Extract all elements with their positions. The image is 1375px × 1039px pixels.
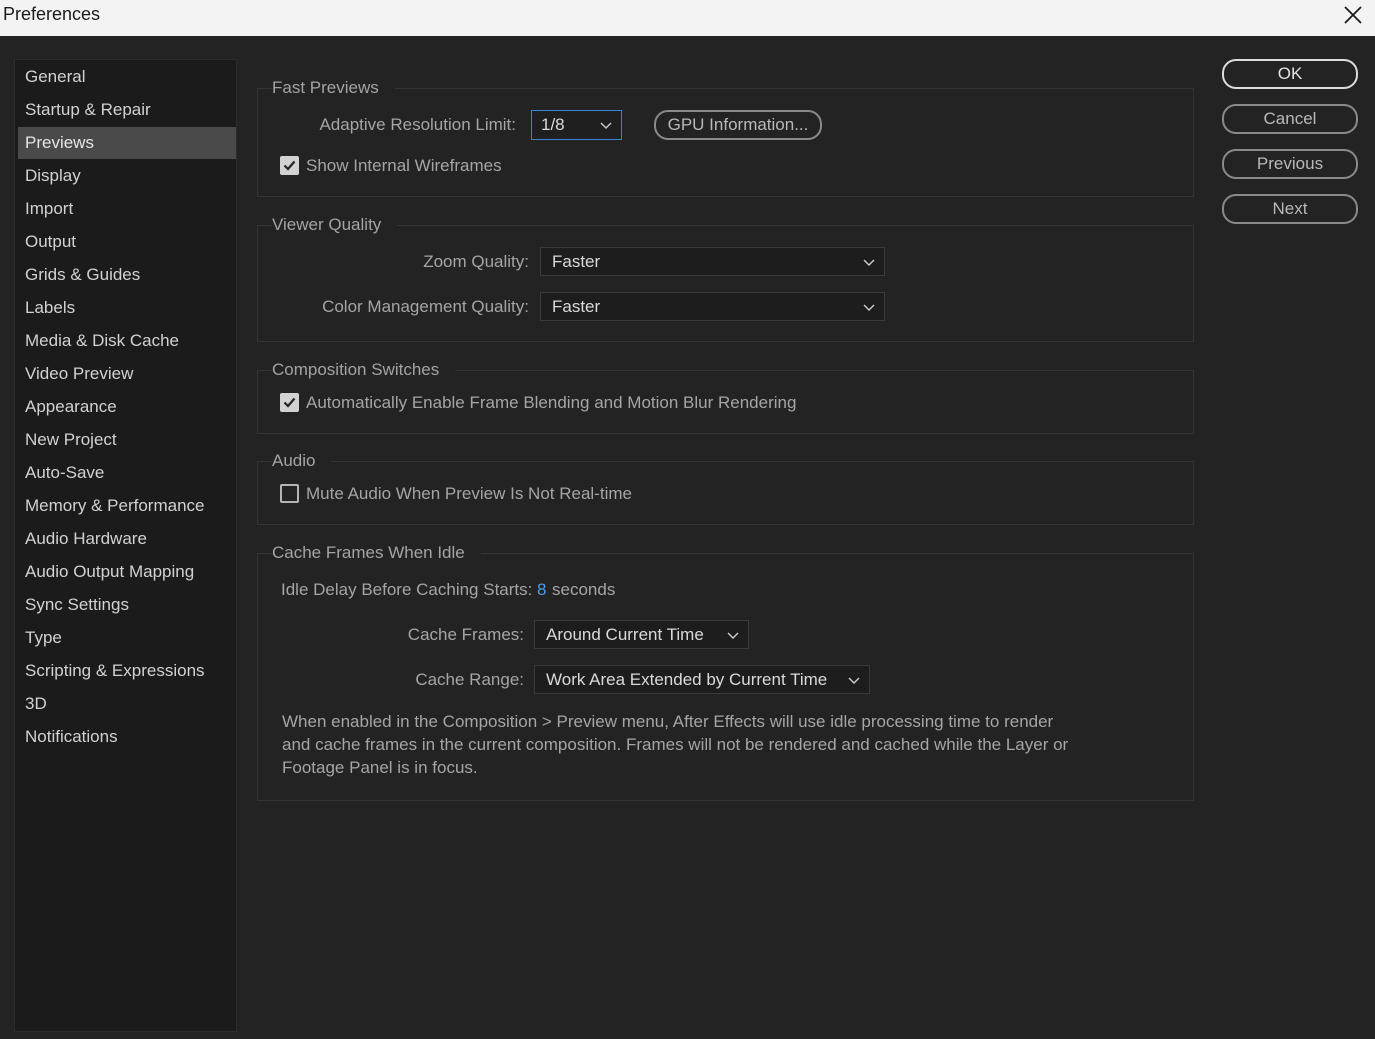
sidebar-item-labels[interactable]: Labels [18, 292, 236, 324]
show-wireframes-label: Show Internal Wireframes [306, 156, 502, 175]
sidebar-item-video-preview[interactable]: Video Preview [18, 358, 236, 390]
fast-previews-group: Fast Previews [257, 77, 1194, 197]
sidebar-item-scripting-expressions[interactable]: Scripting & Expressions [18, 655, 236, 687]
sidebar-item-general[interactable]: General [18, 61, 236, 93]
mute-audio-checkbox[interactable] [280, 484, 299, 503]
zoom-quality-value: Faster [552, 252, 601, 271]
sidebar-item-display[interactable]: Display [18, 160, 236, 192]
adaptive-resolution-label: Adaptive Resolution Limit: [319, 115, 516, 134]
sidebar-item-audio-hardware[interactable]: Audio Hardware [18, 523, 236, 555]
cache-description: When enabled in the Composition > Previe… [282, 712, 1069, 777]
sidebar-item-label: Scripting & Expressions [25, 661, 205, 680]
sidebar-item-previews[interactable]: Previews [18, 127, 236, 159]
sidebar-item-startup-repair[interactable]: Startup & Repair [18, 94, 236, 126]
chevron-down-icon [727, 632, 739, 639]
chevron-down-icon [863, 259, 875, 266]
frame-blending-label: Automatically Enable Frame Blending and … [306, 393, 797, 412]
sidebar-item-grids-guides[interactable]: Grids & Guides [18, 259, 236, 291]
cancel-button[interactable]: Cancel [1222, 104, 1358, 134]
viewer-quality-group: Viewer Quality [257, 214, 1194, 342]
zoom-quality-label: Zoom Quality: [423, 252, 529, 271]
sidebar-item-label: Display [25, 166, 81, 185]
cache-range-dropdown[interactable]: Work Area Extended by Current Time [534, 665, 870, 694]
chevron-down-icon [848, 677, 860, 684]
sidebar-item-label: Previews [25, 133, 94, 152]
sidebar-item-media-disk-cache[interactable]: Media & Disk Cache [18, 325, 236, 357]
window-title: Preferences [3, 4, 101, 24]
sidebar-item-label: Sync Settings [25, 595, 129, 614]
viewer-quality-title: Viewer Quality [272, 214, 398, 236]
title-bar: Preferences [0, 0, 1375, 36]
sidebar-item-appearance[interactable]: Appearance [18, 391, 236, 423]
idle-delay-label: Idle Delay Before Caching Starts: [281, 580, 533, 599]
close-icon[interactable] [1341, 3, 1365, 27]
sidebar-item-label: Notifications [25, 727, 118, 746]
show-wireframes-checkbox[interactable] [280, 156, 299, 175]
adaptive-resolution-dropdown[interactable]: 1/8 [531, 110, 622, 140]
sidebar-item-memory-performance[interactable]: Memory & Performance [18, 490, 236, 522]
color-management-quality-dropdown[interactable]: Faster [540, 292, 885, 321]
sidebar-item-label: Type [25, 628, 62, 647]
fast-previews-title: Fast Previews [272, 77, 395, 99]
sidebar-item-label: Output [25, 232, 77, 251]
composition-switches-title: Composition Switches [272, 359, 456, 381]
sidebar-item-audio-output-mapping[interactable]: Audio Output Mapping [18, 556, 236, 588]
checkmark-icon [283, 397, 296, 408]
zoom-quality-dropdown[interactable]: Faster [540, 247, 885, 276]
sidebar-item-label: Auto-Save [25, 463, 105, 482]
sidebar-item-label: New Project [25, 430, 117, 449]
sidebar-item-label: Labels [25, 298, 76, 317]
sidebar-item-label: Audio Hardware [25, 529, 147, 548]
sidebar-item-label: Grids & Guides [25, 265, 141, 284]
previous-button[interactable]: Previous [1222, 149, 1358, 179]
idle-delay-value[interactable]: 8 [537, 580, 546, 600]
chevron-down-icon [863, 304, 875, 311]
cache-range-value: Work Area Extended by Current Time [546, 670, 828, 689]
sidebar-item-label: Import [25, 199, 74, 218]
cache-frames-value: Around Current Time [546, 625, 704, 644]
sidebar-item-new-project[interactable]: New Project [18, 424, 236, 456]
next-button[interactable]: Next [1222, 194, 1358, 224]
sidebar-item-label: Startup & Repair [25, 100, 151, 119]
idle-delay-unit: seconds [552, 580, 616, 599]
sidebar-item-label: Video Preview [25, 364, 134, 383]
cache-frames-idle-title: Cache Frames When Idle [272, 542, 481, 564]
sidebar-item-label: Media & Disk Cache [25, 331, 180, 350]
checkmark-icon [283, 160, 296, 171]
sidebar-item-label: Memory & Performance [25, 496, 205, 515]
sidebar-item-3d[interactable]: 3D [18, 688, 236, 720]
sidebar-item-label: Audio Output Mapping [25, 562, 195, 581]
sidebar-item-type[interactable]: Type [18, 622, 236, 654]
mute-audio-label: Mute Audio When Preview Is Not Real-time [306, 484, 632, 503]
sidebar-item-import[interactable]: Import [18, 193, 236, 225]
sidebar-item-auto-save[interactable]: Auto-Save [18, 457, 236, 489]
sidebar-item-label: Appearance [25, 397, 117, 416]
cache-frames-dropdown[interactable]: Around Current Time [534, 620, 749, 649]
color-management-quality-label: Color Management Quality: [322, 297, 529, 316]
adaptive-resolution-value: 1/8 [541, 115, 565, 134]
cache-range-label: Cache Range: [415, 670, 524, 689]
cache-frames-label: Cache Frames: [407, 625, 524, 644]
sidebar-item-sync-settings[interactable]: Sync Settings [18, 589, 236, 621]
sidebar-item-output[interactable]: Output [18, 226, 236, 258]
ok-button[interactable]: OK [1222, 59, 1358, 89]
chevron-down-icon [600, 122, 612, 129]
category-list: General Startup & Repair Previews Displa… [14, 59, 237, 1032]
sidebar-item-label: General [25, 67, 86, 86]
sidebar-item-notifications[interactable]: Notifications [18, 721, 236, 753]
color-management-quality-value: Faster [552, 297, 601, 316]
gpu-information-button[interactable]: GPU Information... [654, 110, 822, 140]
sidebar-item-label: 3D [25, 694, 47, 713]
frame-blending-checkbox[interactable] [280, 393, 299, 412]
audio-title: Audio [272, 450, 332, 472]
